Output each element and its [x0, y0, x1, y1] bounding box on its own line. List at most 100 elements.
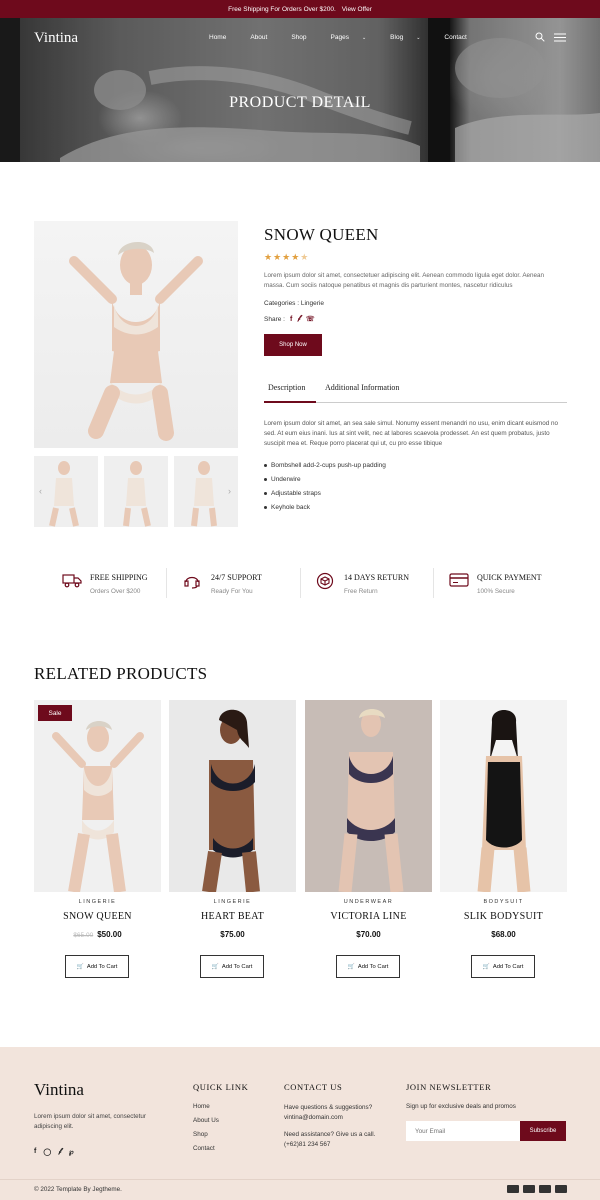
product-category: BODYSUIT	[483, 899, 524, 905]
product-price: $65.00 $50.00	[73, 930, 122, 939]
twitter-icon[interactable]: 𝓯	[297, 315, 301, 323]
active-tab-indicator	[264, 401, 316, 403]
product-price: $68.00	[491, 930, 516, 939]
nav-item-home[interactable]: Home	[209, 34, 238, 41]
footer-link-contact[interactable]: Contact	[193, 1145, 219, 1159]
chevron-right-icon[interactable]: ›	[228, 486, 231, 496]
footer-link-shop[interactable]: Shop	[193, 1131, 219, 1145]
feature-list: Bombshell add-2-cups push-up padding Und…	[264, 458, 386, 514]
nav-item-pages[interactable]: Pages ⌄	[331, 34, 379, 41]
main-nav: Vintina Home About Shop Pages ⌄ Blog ⌄ Con…	[0, 18, 600, 58]
footer-social: f ◯ 𝓯 ℘	[34, 1148, 74, 1156]
product-card-image[interactable]	[169, 700, 296, 892]
copyright: © 2022 Template By Jegtheme.	[34, 1186, 122, 1193]
view-offer-link[interactable]: View Offer	[342, 6, 372, 13]
facebook-icon[interactable]: f	[290, 316, 292, 323]
nav-item-blog[interactable]: Blog ⌄	[390, 34, 432, 41]
divider	[433, 568, 434, 598]
old-price: $65.00	[73, 932, 94, 939]
add-to-cart-button[interactable]: 🛒 Add To Cart	[65, 955, 129, 978]
pinterest-icon[interactable]: ℘	[69, 1148, 74, 1156]
product-categories: Categories : Lingerie	[264, 300, 324, 307]
newsletter-text: Sign up for exclusive deals and promos	[406, 1103, 516, 1110]
footer-link-home[interactable]: Home	[193, 1103, 219, 1117]
product-card-image[interactable]	[305, 700, 432, 892]
announcement-text: Free Shipping For Orders Over $200.	[228, 5, 336, 13]
credit-card-icon	[449, 573, 469, 587]
chevron-down-icon: ⌄	[416, 34, 421, 41]
whatsapp-icon[interactable]: ☏	[306, 315, 315, 323]
add-to-cart-button[interactable]: 🛒 Add To Cart	[336, 955, 400, 978]
product-name[interactable]: SLIK BODYSUIT	[440, 911, 567, 922]
product-category: UNDERWEAR	[343, 899, 394, 905]
chevron-left-icon[interactable]: ‹	[39, 486, 42, 496]
cart-icon: 🛒	[76, 963, 84, 970]
add-to-cart-button[interactable]: 🛒 Add To Cart	[471, 955, 535, 978]
product-title: SNOW QUEEN	[264, 225, 379, 244]
list-item: Adjustable straps	[264, 486, 386, 500]
add-to-cart-button[interactable]: 🛒 Add To Cart	[200, 955, 264, 978]
facebook-icon[interactable]: f	[34, 1148, 36, 1156]
mastercard-icon	[507, 1185, 519, 1193]
search-icon[interactable]	[535, 32, 545, 42]
list-item: Keyhole back	[264, 500, 386, 514]
product-card-image[interactable]	[440, 700, 567, 892]
footer-link-about[interactable]: About Us	[193, 1117, 219, 1131]
divider	[300, 568, 301, 598]
nav-item-contact[interactable]: Contact	[444, 34, 478, 41]
divider	[0, 1179, 600, 1180]
return-box-icon	[316, 572, 334, 590]
product-category: LINGERIE	[78, 899, 117, 905]
list-item: Underwire	[264, 472, 386, 486]
nav-item-shop[interactable]: Shop	[291, 34, 318, 41]
contact-email[interactable]: vintina@domain.com	[284, 1113, 394, 1123]
card-icon	[555, 1185, 567, 1193]
nav-menu: Home About Shop Pages ⌄ Blog ⌄ Contact	[209, 34, 491, 41]
visa-icon	[539, 1185, 551, 1193]
star-rating: ★★★★★	[264, 252, 310, 262]
product-main-image[interactable]	[34, 221, 238, 448]
site-logo[interactable]: Vintina	[34, 30, 78, 47]
quick-links: Home About Us Shop Contact	[193, 1103, 219, 1159]
shop-now-button[interactable]: Shop Now	[264, 334, 322, 356]
sale-badge: Sale	[38, 705, 72, 721]
product-thumbnail[interactable]	[34, 456, 98, 527]
share-row: Share : f 𝓯 ☏	[264, 315, 315, 323]
product-card-image[interactable]	[34, 700, 161, 892]
footer-about: Lorem ipsum dolor sit amet, consectetur …	[34, 1113, 146, 1130]
divider	[166, 568, 167, 598]
truck-icon	[62, 574, 82, 588]
cart-icon: 🛒	[211, 963, 219, 970]
related-products-title: RELATED PRODUCTS	[34, 664, 208, 683]
instagram-icon[interactable]: ◯	[43, 1148, 51, 1156]
category-link[interactable]: Lingerie	[301, 300, 324, 307]
contact-phone[interactable]: (+62)81 234 567	[284, 1140, 394, 1150]
chevron-down-icon: ⌄	[361, 34, 367, 41]
footer-logo[interactable]: Vintina	[34, 1080, 84, 1100]
tab-description[interactable]: Description	[268, 383, 305, 392]
quick-link-title: QUICK LINK	[193, 1082, 249, 1092]
product-category: LINGERIE	[213, 899, 252, 905]
paypal-icon	[523, 1185, 535, 1193]
contact-title: CONTACT US	[284, 1082, 343, 1092]
product-name[interactable]: VICTORIA LINE	[305, 911, 432, 922]
nav-item-about[interactable]: About	[250, 34, 279, 41]
list-item: Bombshell add-2-cups push-up padding	[264, 458, 386, 472]
tab-additional-information[interactable]: Additional Information	[325, 383, 399, 392]
announcement-bar: Free Shipping For Orders Over $200. View…	[0, 0, 600, 18]
tab-content: Lorem ipsum dolor sit amet, an sea sale …	[264, 420, 558, 447]
product-thumbnail[interactable]	[104, 456, 168, 527]
product-name[interactable]: SNOW QUEEN	[34, 911, 161, 922]
hamburger-menu-icon[interactable]	[554, 33, 566, 42]
product-description: Lorem ipsum dolor sit amet, consectetuer…	[264, 272, 545, 289]
hero-banner: Vintina Home About Shop Pages ⌄ Blog ⌄ Con…	[0, 18, 600, 162]
cart-icon: 🛒	[347, 963, 355, 970]
newsletter-email-input[interactable]	[406, 1121, 520, 1141]
twitter-icon[interactable]: 𝓯	[58, 1148, 62, 1156]
cart-icon: 🛒	[482, 963, 490, 970]
subscribe-button[interactable]: Subscribe	[520, 1121, 566, 1141]
product-price: $70.00	[356, 930, 381, 939]
headset-icon	[184, 576, 200, 589]
product-price: $75.00	[220, 930, 245, 939]
product-name[interactable]: HEART BEAT	[169, 911, 296, 922]
